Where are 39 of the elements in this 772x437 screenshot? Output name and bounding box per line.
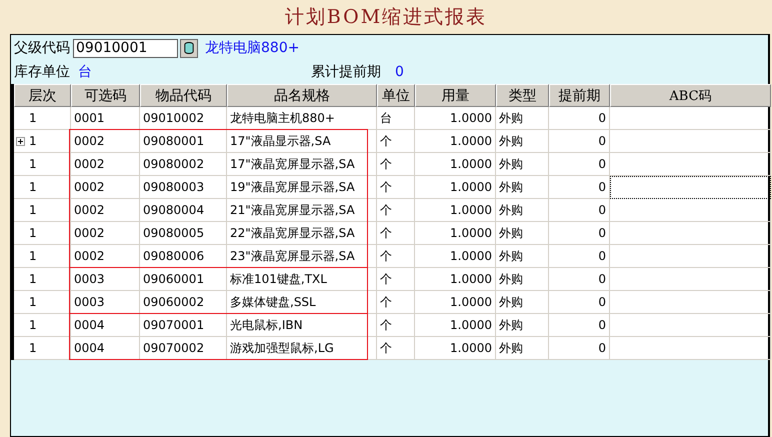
table-cell: 0004 xyxy=(71,337,140,360)
column-header[interactable]: 提前期 xyxy=(549,84,610,107)
expand-icon[interactable] xyxy=(16,137,25,146)
table-row[interactable]: 1 0002 09080002 17"液晶宽屏显示器,SA 个 1.0000 外购 0 xyxy=(14,153,768,176)
unit-value: 台 xyxy=(78,63,92,81)
table-cell: 09070002 xyxy=(140,337,227,360)
table-row[interactable]: 1 0003 09060002 多媒体键盘,SSL 个 1.0000 外购 0 xyxy=(14,291,768,314)
lead-value: 0 xyxy=(395,64,404,80)
table-row[interactable]: 1 0003 09060001 标准101键盘,TXL 个 1.0000 外购 0 xyxy=(14,268,768,291)
table-cell: 0 xyxy=(549,337,610,360)
table-row[interactable]: 1 0002 09080003 19"液晶宽屏显示器,SA 个 1.0000 外购 0 xyxy=(14,176,768,199)
database-icon xyxy=(184,42,194,54)
table-cell: 游戏加强型鼠标,LG xyxy=(227,337,377,360)
table-row[interactable]: 1 0002 09080004 21"液晶宽屏显示器,SA 个 1.0000 外购 0 xyxy=(14,199,768,222)
column-header[interactable]: ABC码 xyxy=(610,84,771,107)
column-header[interactable]: 可选码 xyxy=(71,84,140,107)
column-header[interactable]: 单位 xyxy=(377,84,415,107)
column-header[interactable]: 品名规格 xyxy=(227,84,377,107)
table-row[interactable]: 1 0002 09080005 22"液晶宽屏显示器,SA 个 1.0000 外购 0 xyxy=(14,222,768,245)
column-header[interactable]: 类型 xyxy=(496,84,549,107)
table-row[interactable]: 1 0004 09070001 光电鼠标,IBN 个 1.0000 外购 0 xyxy=(14,314,768,337)
table-cell: 1 xyxy=(14,337,71,360)
table-cell: 1.0000 xyxy=(415,337,496,360)
table-cell: 个 xyxy=(377,337,415,360)
lookup-button[interactable] xyxy=(180,38,198,58)
table-row[interactable]: 1 0001 09010002 龙特电脑主机880+ 台 1.0000 外购 0 xyxy=(14,107,768,130)
column-header[interactable]: 层次 xyxy=(14,84,71,107)
parent-name: 龙特电脑880+ xyxy=(205,39,300,57)
table-cell: 外购 xyxy=(496,337,549,360)
table-row[interactable]: 1 0002 09080001 17"液晶显示器,SA 个 1.0000 外购 0 xyxy=(14,130,768,153)
table-row[interactable]: 1 0002 09080006 23"液晶宽屏显示器,SA 个 1.0000 外购 0 xyxy=(14,245,768,268)
column-header[interactable]: 用量 xyxy=(415,84,496,107)
table-row[interactable]: 1 0004 09070002 游戏加强型鼠标,LG 个 1.0000 外购 0 xyxy=(14,337,768,360)
field-label: 库存单位 xyxy=(14,63,70,81)
field-label: 父级代码 xyxy=(14,39,70,57)
column-header[interactable]: 物品代码 xyxy=(140,84,227,107)
input-field[interactable]: 09010001 xyxy=(73,38,178,58)
window-title: 计划BOM缩进式报表 xyxy=(284,5,488,30)
field-label: 累计提前期 xyxy=(311,63,381,81)
